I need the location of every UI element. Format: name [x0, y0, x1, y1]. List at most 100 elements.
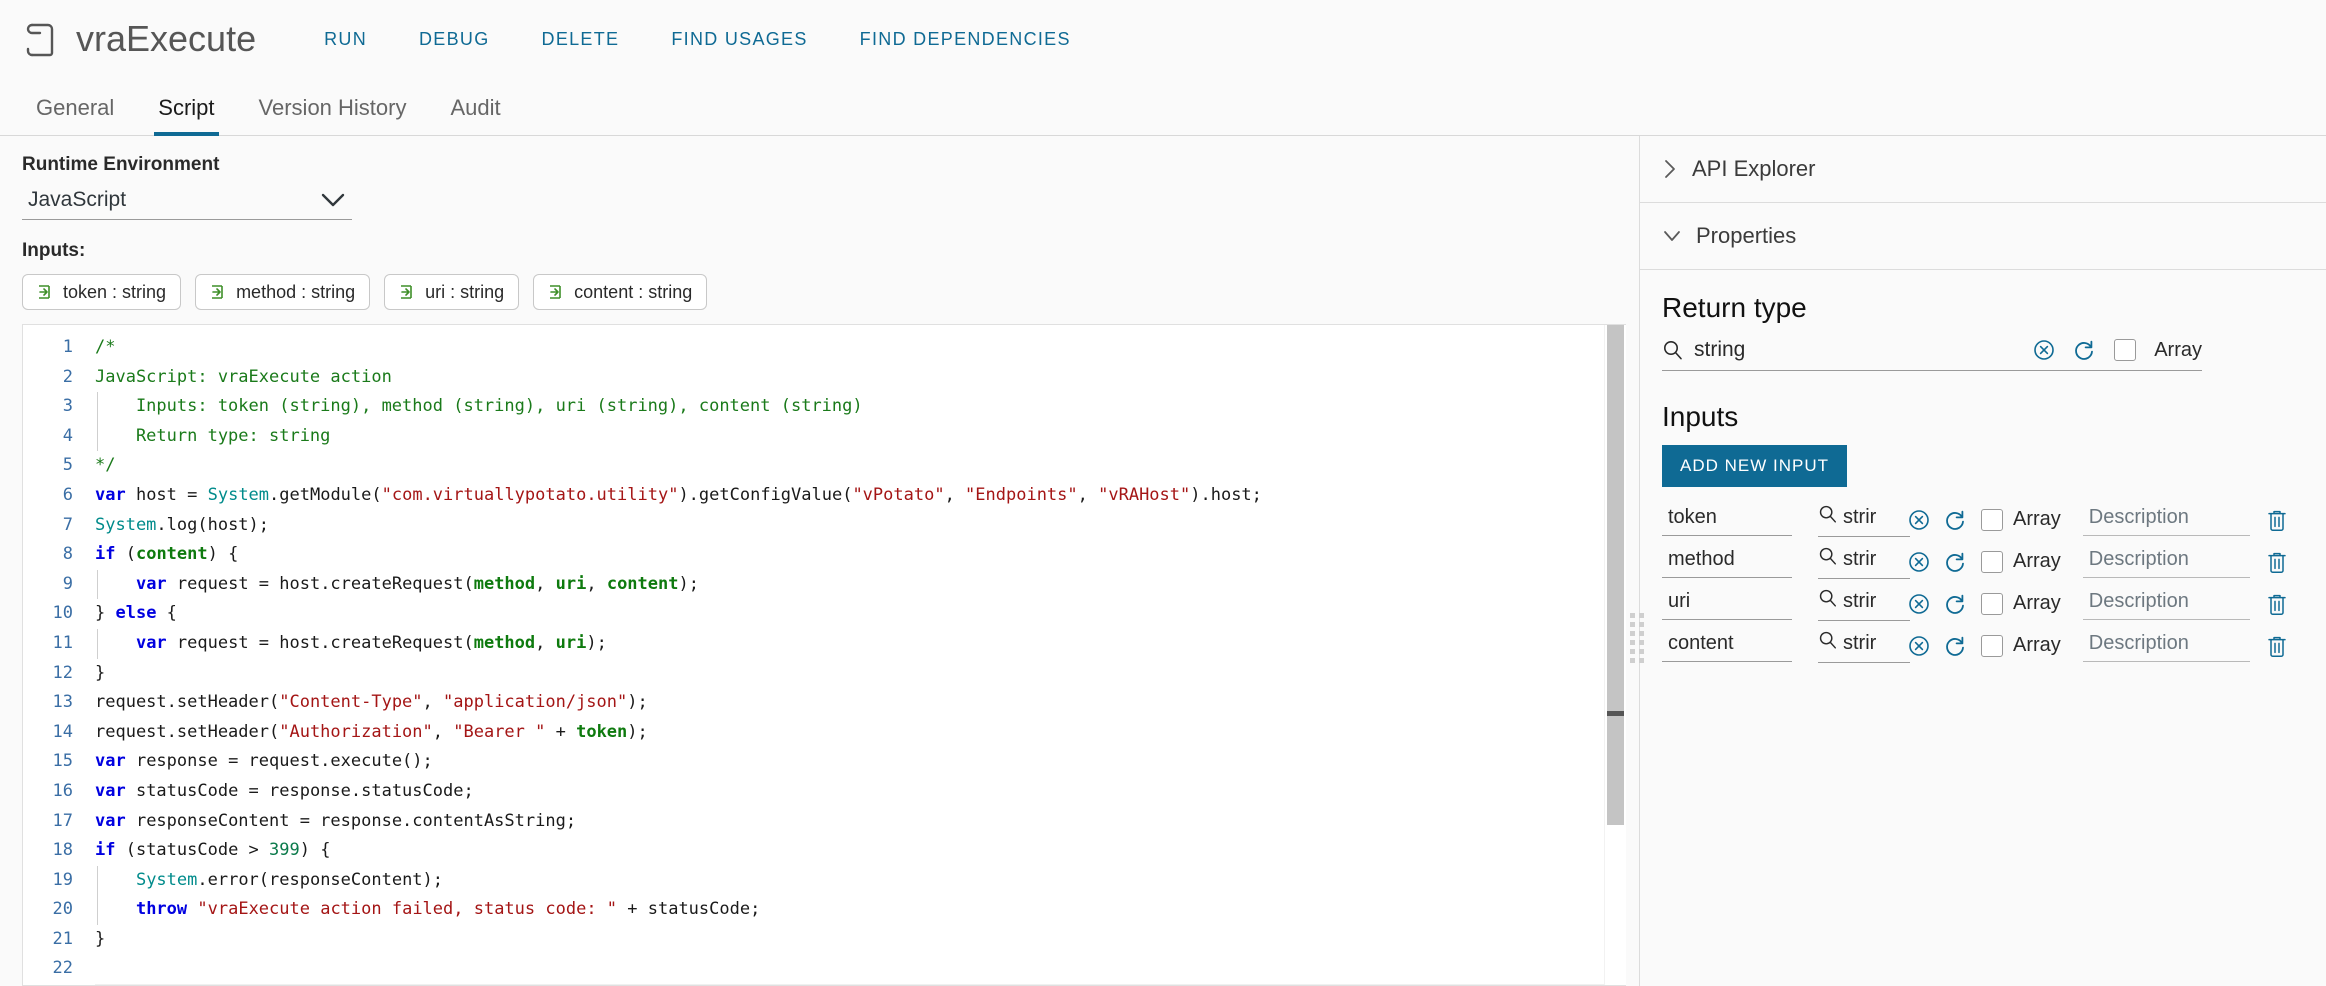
code-line: if (content) {	[95, 544, 239, 565]
line-number: 11	[52, 632, 73, 653]
code-line: }	[95, 928, 106, 949]
editor-resize-grip[interactable]	[1630, 613, 1644, 671]
runtime-environment-label: Runtime Environment	[22, 154, 220, 175]
runtime-environment-select[interactable]: JavaScript	[22, 184, 352, 220]
input-chip-content[interactable]: content : string	[533, 274, 708, 310]
script-inputs-chips: token : string method : string uri : str…	[0, 262, 1639, 310]
input-chip-token[interactable]: token : string	[22, 274, 182, 310]
app-header: vraExecute RUN DEBUG DELETE FIND USAGES …	[0, 0, 2326, 78]
table-row: token strir Array Description	[1662, 499, 2304, 540]
input-chip-label: content : string	[574, 281, 693, 302]
find-usages-button[interactable]: FIND USAGES	[645, 19, 833, 60]
search-icon	[1818, 504, 1838, 530]
code-line: var host = System.getModule("com.virtual…	[95, 484, 1262, 505]
refresh-icon[interactable]	[2072, 338, 2096, 362]
refresh-icon[interactable]	[1943, 634, 1967, 658]
editor-vertical-scrollbar[interactable]	[1604, 325, 1644, 985]
editor-scrollbar-marker	[1607, 711, 1624, 716]
debug-button[interactable]: DEBUG	[393, 19, 516, 60]
code-line: } else {	[95, 603, 177, 624]
input-description-field[interactable]: Description	[2082, 630, 2250, 662]
line-number: 10	[52, 603, 73, 624]
editor-scrollbar-thumb[interactable]	[1607, 325, 1624, 825]
delete-icon[interactable]	[2266, 508, 2288, 532]
input-type-field[interactable]: strir	[1818, 628, 1910, 663]
input-array-checkbox[interactable]	[1981, 550, 2003, 573]
clear-icon[interactable]	[1907, 634, 1931, 658]
clear-icon[interactable]	[1907, 508, 1931, 532]
clear-icon[interactable]	[1907, 550, 1931, 574]
input-arrow-icon	[399, 283, 417, 301]
line-number: 16	[52, 780, 73, 801]
input-chip-uri[interactable]: uri : string	[384, 274, 520, 310]
line-number: 22	[52, 958, 73, 979]
code-line: System.error(responseContent);	[95, 865, 1604, 896]
code-line: JavaScript: vraExecute action	[95, 366, 392, 387]
line-number: 18	[52, 840, 73, 861]
return-type-value: string	[1694, 338, 1746, 361]
input-name-field[interactable]: token	[1662, 504, 1792, 536]
input-array-checkbox[interactable]	[1981, 508, 2003, 531]
run-button[interactable]: RUN	[298, 19, 393, 60]
code-line: return responseContent;	[95, 984, 1604, 985]
input-array-checkbox[interactable]	[1981, 634, 2003, 657]
code-editor[interactable]: 1 2 3 4 5 6 7 8 9 10 11 12 13 14 15 16 1…	[22, 324, 1644, 986]
tab-script[interactable]: Script	[136, 95, 236, 136]
line-number: 8	[62, 544, 73, 565]
refresh-icon[interactable]	[1943, 550, 1967, 574]
input-arrow-icon	[548, 283, 566, 301]
table-row: content strir Array Description	[1662, 625, 2304, 666]
tab-general[interactable]: General	[14, 95, 136, 135]
input-type-value: strir	[1843, 505, 1877, 528]
table-row: uri strir Array Description	[1662, 583, 2304, 624]
input-name-field[interactable]: uri	[1662, 588, 1792, 620]
input-array-label: Array	[2013, 508, 2061, 530]
tab-audit[interactable]: Audit	[428, 95, 522, 135]
find-dependencies-button[interactable]: FIND DEPENDENCIES	[834, 19, 1097, 60]
input-chip-label: method : string	[236, 281, 356, 302]
return-type-array-checkbox[interactable]	[2114, 339, 2137, 361]
clear-icon[interactable]	[2032, 338, 2056, 362]
line-number: 9	[62, 573, 73, 594]
delete-icon[interactable]	[2266, 550, 2288, 574]
delete-icon[interactable]	[2266, 634, 2288, 658]
code-line: var request = host.createRequest(method,…	[95, 569, 1604, 600]
add-new-input-button[interactable]: ADD NEW INPUT	[1662, 445, 1847, 487]
input-chip-method[interactable]: method : string	[195, 274, 371, 310]
line-number: 5	[62, 455, 73, 476]
line-number: 12	[52, 662, 73, 683]
delete-button[interactable]: DELETE	[516, 19, 646, 60]
input-name-field[interactable]: content	[1662, 630, 1792, 662]
refresh-icon[interactable]	[1943, 508, 1967, 532]
code-line: if (statusCode > 399) {	[95, 840, 331, 861]
search-icon	[1818, 546, 1838, 572]
refresh-icon[interactable]	[1943, 592, 1967, 616]
input-description-field[interactable]: Description	[2082, 588, 2250, 620]
return-type-field[interactable]: string Array	[1662, 334, 2202, 371]
inputs-table: token strir Array Description method str…	[1662, 499, 2304, 666]
delete-icon[interactable]	[2266, 592, 2288, 616]
input-type-value: strir	[1843, 631, 1877, 654]
line-number: 3	[62, 396, 73, 417]
chevron-down-icon	[1662, 228, 1682, 244]
clear-icon[interactable]	[1907, 592, 1931, 616]
editor-code-area[interactable]: /* JavaScript: vraExecute action Inputs:…	[85, 325, 1604, 985]
input-array-checkbox[interactable]	[1981, 592, 2003, 615]
input-type-field[interactable]: strir	[1818, 502, 1910, 537]
line-number: 1	[62, 337, 73, 357]
line-number: 21	[52, 928, 73, 949]
runtime-environment-value: JavaScript	[28, 188, 127, 211]
input-description-field[interactable]: Description	[2082, 504, 2250, 536]
search-icon	[1662, 339, 1684, 361]
api-explorer-accordion[interactable]: API Explorer	[1640, 136, 2326, 203]
input-type-field[interactable]: strir	[1818, 586, 1910, 621]
input-array-label: Array	[2013, 634, 2061, 656]
tab-version-history[interactable]: Version History	[237, 95, 429, 135]
properties-accordion[interactable]: Properties	[1640, 203, 2326, 270]
input-chip-label: token : string	[63, 281, 167, 302]
input-chip-label: uri : string	[425, 281, 505, 302]
input-name-field[interactable]: method	[1662, 546, 1792, 578]
input-description-field[interactable]: Description	[2082, 546, 2250, 578]
return-type-heading: Return type	[1662, 292, 1807, 323]
input-type-field[interactable]: strir	[1818, 544, 1910, 579]
